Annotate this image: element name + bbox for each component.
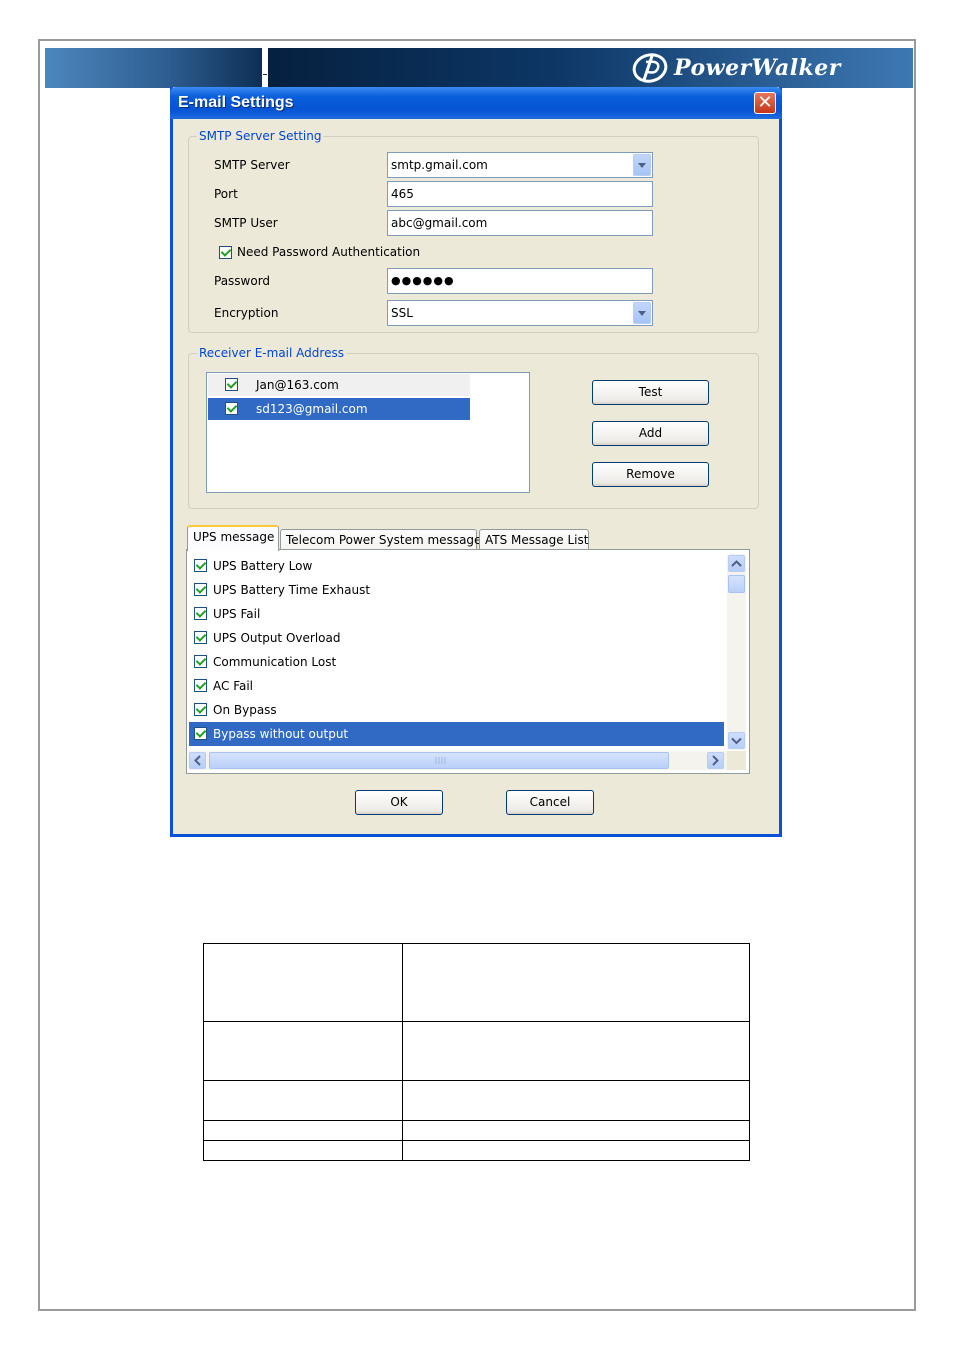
scroll-corner [727, 751, 746, 770]
test-button[interactable]: Test [592, 380, 709, 405]
table-cell [203, 1140, 403, 1161]
table-cell [402, 943, 750, 1022]
address-email: Jan@163.com [256, 378, 339, 392]
smtp-group-legend: SMTP Server Setting [197, 129, 324, 143]
scroll-up-button[interactable] [728, 555, 745, 572]
message-checkbox[interactable] [194, 679, 207, 692]
table-row [203, 1140, 750, 1161]
smtp-user-input[interactable]: abc@gmail.com [387, 210, 653, 236]
message-item[interactable]: UPS Battery Low [189, 554, 724, 578]
cancel-button[interactable]: Cancel [506, 790, 594, 815]
table-row [203, 1120, 750, 1141]
message-label: AC Fail [213, 679, 254, 693]
dialog-title: E-mail Settings [178, 94, 294, 111]
receiver-email-list[interactable]: Jan@163.com sd123@gmail.com [206, 372, 530, 493]
chevron-down-icon[interactable] [633, 154, 651, 176]
header-banner-tick [263, 74, 267, 75]
chevron-right-icon [712, 755, 719, 766]
scroll-down-button[interactable] [728, 732, 745, 749]
message-label: On Bypass [213, 703, 277, 717]
tab-ats-message-list[interactable]: ATS Message List [479, 529, 589, 551]
scroll-left-button[interactable] [189, 752, 206, 769]
table-row [203, 943, 750, 1022]
address-checkbox[interactable] [225, 402, 238, 415]
message-checkbox[interactable] [194, 559, 207, 572]
grip-icon [435, 757, 446, 764]
smtp-server-combo[interactable]: smtp.gmail.com [387, 152, 653, 178]
message-item[interactable]: UPS Fail [189, 602, 724, 626]
need-auth-label[interactable]: Need Password Authentication [237, 245, 420, 259]
message-label: UPS Output Overload [213, 631, 341, 645]
table-cell [203, 1120, 403, 1141]
message-item[interactable]: On Bypass [189, 698, 724, 722]
dialog-titlebar[interactable]: E-mail Settings ✕ [170, 87, 782, 119]
message-label: Communication Lost [213, 655, 337, 669]
chevron-down-icon[interactable] [633, 302, 651, 324]
address-checkbox[interactable] [225, 378, 238, 391]
message-label: UPS Battery Low [213, 559, 313, 573]
tab-telecom-power-system[interactable]: Telecom Power System message [280, 529, 481, 551]
table-cell [402, 1021, 750, 1081]
list-item-selected[interactable]: sd123@gmail.com [208, 398, 470, 420]
message-item[interactable]: Communication Lost [189, 650, 724, 674]
ok-button[interactable]: OK [355, 790, 443, 815]
description-table [203, 943, 750, 1161]
encryption-combo[interactable]: SSL [387, 300, 653, 326]
logo-text: PowerWalker [674, 55, 841, 81]
powerwalker-logo: PowerWalker [630, 52, 841, 84]
table-cell [203, 943, 403, 1022]
password-input[interactable]: ●●●●●● [387, 268, 653, 294]
table-cell [203, 1021, 403, 1081]
message-checkbox[interactable] [194, 583, 207, 596]
message-label: UPS Battery Time Exhaust [213, 583, 371, 597]
power-logo-icon [632, 53, 668, 83]
message-checkbox[interactable] [194, 703, 207, 716]
header-banner-left [45, 48, 262, 88]
address-email: sd123@gmail.com [256, 402, 368, 416]
encryption-label: Encryption [214, 306, 279, 320]
chevron-down-icon [731, 737, 742, 745]
horizontal-scroll-thumb[interactable] [209, 752, 669, 769]
remove-button[interactable]: Remove [592, 462, 709, 487]
vertical-scrollbar[interactable] [727, 554, 746, 750]
smtp-server-value: smtp.gmail.com [391, 158, 488, 172]
chevron-left-icon [194, 755, 201, 766]
message-item-selected[interactable]: Bypass without output [189, 722, 724, 746]
ups-message-list: UPS Battery Low UPS Battery Time Exhaust… [186, 549, 750, 774]
message-item[interactable]: UPS Output Overload [189, 626, 724, 650]
message-checkbox[interactable] [194, 631, 207, 644]
table-cell [402, 1080, 750, 1121]
password-label: Password [214, 274, 271, 288]
message-checkbox[interactable] [194, 727, 207, 740]
smtp-user-label: SMTP User [214, 216, 278, 230]
table-row [203, 1080, 750, 1121]
tab-ups-message[interactable]: UPS message [187, 525, 279, 551]
port-input[interactable]: 465 [387, 181, 653, 207]
horizontal-scrollbar[interactable] [188, 751, 727, 770]
need-auth-checkbox[interactable] [219, 246, 232, 259]
encryption-value: SSL [391, 306, 413, 320]
receiver-group-legend: Receiver E-mail Address [197, 346, 346, 360]
table-cell [402, 1120, 750, 1141]
message-checkbox[interactable] [194, 655, 207, 668]
message-item[interactable]: UPS Battery Time Exhaust [189, 578, 724, 602]
message-checkbox[interactable] [194, 607, 207, 620]
message-label: Bypass without output [213, 727, 349, 741]
smtp-server-label: SMTP Server [214, 158, 290, 172]
close-icon: ✕ [757, 92, 773, 113]
message-label: UPS Fail [213, 607, 261, 621]
message-item[interactable]: AC Fail [189, 674, 724, 698]
table-cell [203, 1080, 403, 1121]
add-button[interactable]: Add [592, 421, 709, 446]
list-item[interactable]: Jan@163.com [208, 374, 470, 396]
chevron-up-icon [731, 560, 742, 567]
scroll-right-button[interactable] [707, 752, 724, 769]
close-button[interactable]: ✕ [754, 92, 776, 114]
table-row [203, 1021, 750, 1081]
vertical-scroll-thumb[interactable] [728, 575, 745, 593]
table-cell [402, 1140, 750, 1161]
port-label: Port [214, 187, 238, 201]
